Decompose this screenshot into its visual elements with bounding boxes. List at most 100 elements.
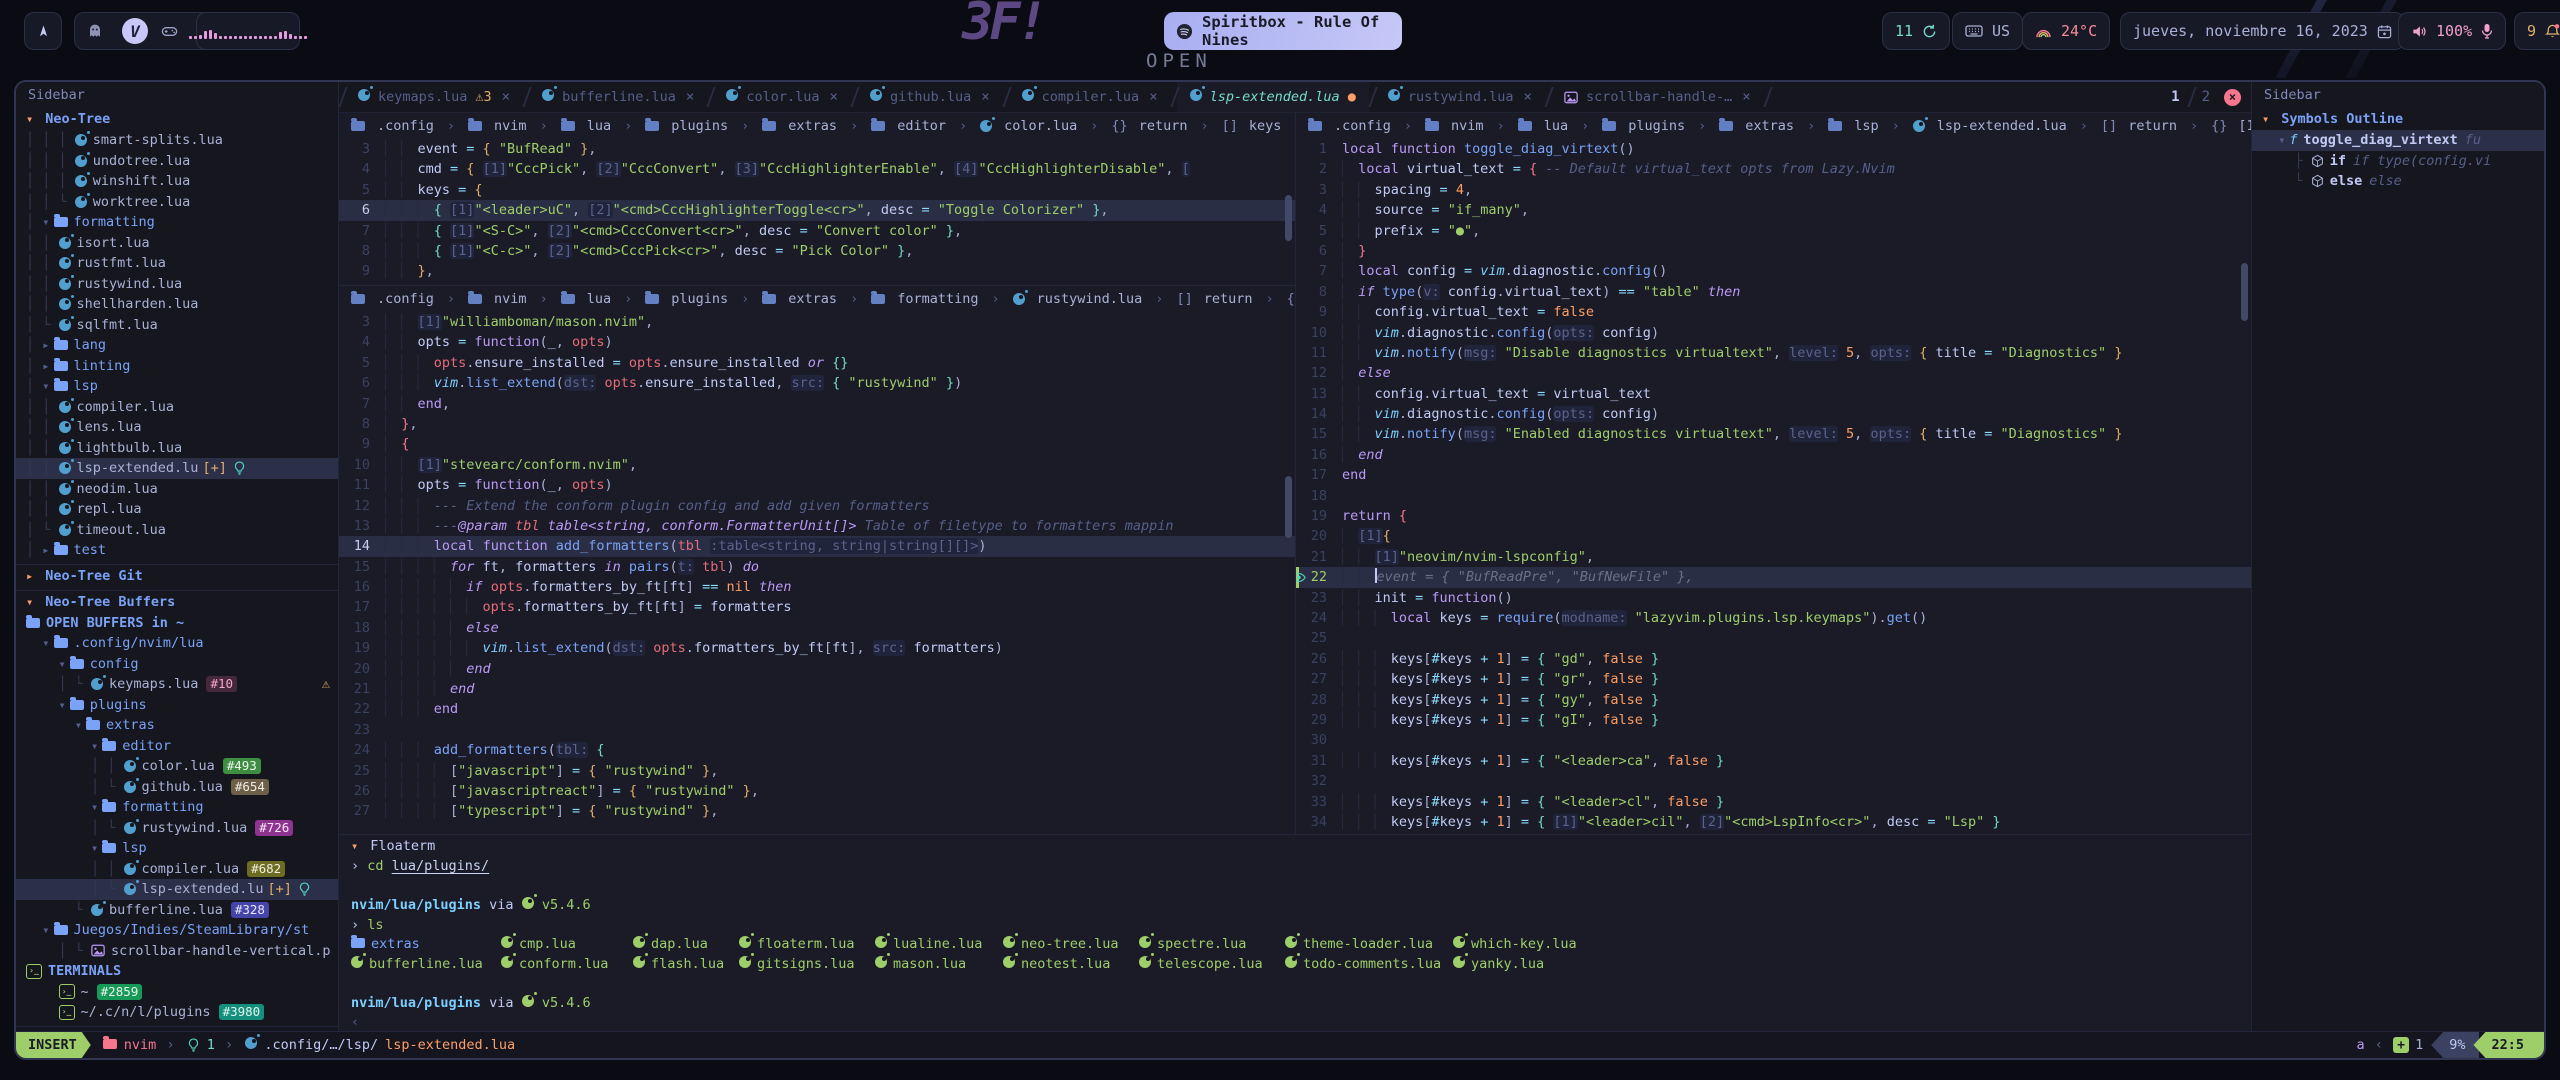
tree-item-lenslua[interactable]: │ │ lens.lua: [16, 417, 338, 438]
code-line[interactable]: 10▏ ▏ [1]"stevearc/conform.nvim",: [339, 455, 1295, 475]
terminal-line[interactable]: nvim/lua/plugins via v5.4.6: [339, 896, 2251, 916]
tab-close-icon[interactable]: ×: [686, 89, 694, 105]
widget-updates[interactable]: 11: [1882, 12, 1950, 50]
code-line[interactable]: 16▏ ▏ ▏ ▏ ▏ if opts.formatters_by_ft[ft]…: [339, 577, 1295, 597]
terminal-line[interactable]: [339, 877, 2251, 897]
tree-item-formatting[interactable]: │ ▾formatting: [16, 212, 338, 233]
tree-item-timeoutlua[interactable]: │ └ timeout.lua: [16, 520, 338, 541]
code-line[interactable]: 23▏ ▏ init = function(): [1296, 588, 2251, 608]
code-line[interactable]: 4▏ ▏ cmd = { [1]"CccPick", [2]"CccConver…: [339, 159, 1295, 179]
tree-item-shellhardenlua[interactable]: │ │ shellharden.lua: [16, 294, 338, 315]
pane-scrollbar-handle[interactable]: [1285, 476, 1292, 538]
tab-compilerlua[interactable]: compiler.lua×: [1009, 82, 1171, 112]
code-line[interactable]: 5▏ ▏ keys = {: [339, 180, 1295, 200]
tree-item-isortlua[interactable]: │ │ isort.lua: [16, 233, 338, 254]
tree-item-OPENBUFFERSin~[interactable]: OPEN BUFFERS in ~: [16, 613, 338, 634]
code-line[interactable]: 7▏ local config = vim.diagnostic.config(…: [1296, 261, 2251, 281]
widget-notifications[interactable]: 9: [2514, 12, 2560, 50]
code-line[interactable]: 14▏ ▏ ▏ local function add_formatters(tb…: [339, 536, 1295, 556]
tree-item-plugins[interactable]: ▾plugins: [16, 695, 338, 716]
code-line[interactable]: 7▏ ▏ end,: [339, 394, 1295, 414]
code-line[interactable]: 22▏ ▏ event = { "BufReadPre", "BufNewFil…: [1296, 567, 2251, 587]
symbol-toggle_diag_virtext[interactable]: ▾ftoggle_diag_virtextfu: [2252, 130, 2544, 151]
code-line[interactable]: 21▏ ▏ ▏ ▏ end: [339, 679, 1295, 699]
tree-item-extras[interactable]: ▾extras: [16, 715, 338, 736]
code-line[interactable]: 32: [1296, 771, 2251, 791]
code-line[interactable]: 8▏ },: [339, 414, 1295, 434]
tab-close-icon[interactable]: ×: [1524, 89, 1532, 105]
code-line[interactable]: 17end: [1296, 465, 2251, 485]
tree-item-lsp-extendedlu[interactable]: │ └ lsp-extended.lu[+]: [16, 879, 338, 900]
tree-item-smart-splitslua[interactable]: │ │ │ smart-splits.lua: [16, 130, 338, 151]
code-line[interactable]: 33▏ ▏ ▏ keys[#keys + 1] = { "<leader>cl"…: [1296, 792, 2251, 812]
section-header-neo-tree-buffers[interactable]: ▾Neo-Tree Buffers: [16, 591, 338, 613]
launcher-button[interactable]: [24, 12, 62, 50]
code-line[interactable]: 2▏ local virtual_text = { -- Default vir…: [1296, 159, 2251, 179]
tree-item-confignvimlua[interactable]: ▾.config/nvim/lua: [16, 633, 338, 654]
tree-item-sqlfmtlua[interactable]: │ └ sqlfmt.lua: [16, 315, 338, 336]
tab-close-icon[interactable]: ×: [1742, 89, 1750, 105]
code-line[interactable]: 25▏ ▏ ▏ ▏ ["javascript"] = { "rustywind"…: [339, 761, 1295, 781]
tree-item-winshiftlua[interactable]: │ │ │ winshift.lua: [16, 171, 338, 192]
code-line[interactable]: 17▏ ▏ ▏ ▏ ▏ ▏ opts.formatters_by_ft[ft] …: [339, 597, 1295, 617]
tab-scrollbar-handle-[interactable]: scrollbar-handle-…×: [1551, 82, 1764, 112]
tree-item-neodimlua[interactable]: │ │ neodim.lua: [16, 479, 338, 500]
code-line[interactable]: 8▏ ▏ ▏ { [1]"<C-c>", [2]"<cmd>CccPick<cr…: [339, 241, 1295, 261]
expander-icon[interactable]: ▸: [42, 338, 49, 352]
code-line[interactable]: 7▏ ▏ ▏ { [1]"<S-C>", [2]"<cmd>CccConvert…: [339, 221, 1295, 241]
code-line[interactable]: 13▏ ▏ ▏ ---@param tbl table<string, conf…: [339, 516, 1295, 536]
expander-icon[interactable]: ▸: [42, 359, 49, 373]
code-line[interactable]: 26▏ ▏ ▏ keys[#keys + 1] = { "gd", false …: [1296, 649, 2251, 669]
code-line[interactable]: 31▏ ▏ ▏ keys[#keys + 1] = { "<leader>ca"…: [1296, 751, 2251, 771]
code-line[interactable]: 8▏ if type(v: config.virtual_text) == "t…: [1296, 282, 2251, 302]
tree-item-repllua[interactable]: │ │ repl.lua: [16, 499, 338, 520]
tree-item-formatting[interactable]: ▾formatting: [16, 797, 338, 818]
code-line[interactable]: 3▏ ▏ spacing = 4,: [1296, 180, 2251, 200]
expander-icon[interactable]: ▾: [59, 698, 66, 712]
code-line[interactable]: 5▏ ▏ prefix = "●",: [1296, 221, 2251, 241]
spotify-now-playing[interactable]: Spiritbox - Rule Of Nines: [1164, 12, 1402, 50]
code-line[interactable]: 6▏ ▏ ▏ vim.list_extend(dst: opts.ensure_…: [339, 373, 1295, 393]
code-line[interactable]: 1local function toggle_diag_virtext(): [1296, 139, 2251, 159]
tree-item-rustfmtlua[interactable]: │ │ rustfmt.lua: [16, 253, 338, 274]
code-line[interactable]: 25: [1296, 628, 2251, 648]
code-line[interactable]: 12▏ else: [1296, 363, 2251, 383]
tab-lsp-extendedlua[interactable]: lsp-extended.lua●: [1177, 82, 1369, 112]
close-all-button[interactable]: ×: [2224, 89, 2241, 106]
code-line[interactable]: 13▏ ▏ config.virtual_text = virtual_text: [1296, 384, 2251, 404]
code-line[interactable]: 34▏ ▏ ▏ keys[#keys + 1] = { [1]"<leader>…: [1296, 812, 2251, 832]
tree-item-lsp[interactable]: │ ▾lsp: [16, 376, 338, 397]
code-line[interactable]: 16▏ end: [1296, 445, 2251, 465]
expander-icon[interactable]: ▾: [91, 841, 98, 855]
tab-colorlua[interactable]: color.lua×: [713, 82, 851, 112]
expander-icon[interactable]: ▾: [59, 657, 66, 671]
terminal-line[interactable]: › cd lua/plugins/: [339, 857, 2251, 877]
code-line[interactable]: 15▏ ▏ vim.notify(msg: "Enabled diagnosti…: [1296, 424, 2251, 444]
code-line[interactable]: 20▏ [1]{: [1296, 526, 2251, 546]
tree-item-rustywindlua[interactable]: │ └ rustywind.lua#726: [16, 818, 338, 839]
code-line[interactable]: 9▏ ▏ },: [339, 261, 1295, 281]
tab-bufferlinelua[interactable]: bufferline.lua×: [529, 82, 707, 112]
code-line[interactable]: 24▏ ▏ ▏ local keys = require(modname: "l…: [1296, 608, 2251, 628]
tree-item-lang[interactable]: │ ▸lang: [16, 335, 338, 356]
tree-item-config[interactable]: ▾config: [16, 654, 338, 675]
code-line[interactable]: 29▏ ▏ ▏ keys[#keys + 1] = { "gI", false …: [1296, 710, 2251, 730]
code-line[interactable]: 9▏ {: [339, 434, 1295, 454]
terminal-line[interactable]: [339, 974, 2251, 994]
tree-item-compilerlua[interactable]: │ │ compiler.lua: [16, 397, 338, 418]
expander-icon[interactable]: ▾: [42, 215, 49, 229]
tree-item-linting[interactable]: │ ▸linting: [16, 356, 338, 377]
tree-item-lsp-extendedlu[interactable]: │ │ lsp-extended.lu[+]: [16, 458, 338, 479]
tree-item-bufferlinelua[interactable]: └ bufferline.lua#328: [16, 900, 338, 921]
code-line[interactable]: 11▏ ▏ vim.notify(msg: "Disable diagnosti…: [1296, 343, 2251, 363]
code-line[interactable]: 4▏ ▏ source = "if_many",: [1296, 200, 2251, 220]
code-line[interactable]: 3▏ ▏ event = { "BufRead" },: [339, 139, 1295, 159]
code-line[interactable]: 22▏ ▏ ▏ end: [339, 699, 1295, 719]
code-line[interactable]: 19▏ ▏ ▏ ▏ ▏ ▏ vim.list_extend(dst: opts.…: [339, 638, 1295, 658]
code-line[interactable]: 18: [1296, 486, 2251, 506]
expander-icon[interactable]: ▾: [91, 800, 98, 814]
widget-weather[interactable]: 24°C: [2022, 12, 2110, 50]
tree-item-worktreelua[interactable]: │ │ └ worktree.lua: [16, 192, 338, 213]
tree-item-~cnlplugins[interactable]: ›_~/.c/n/l/plugins#3980: [16, 1002, 338, 1023]
section-header-neo-tree-git[interactable]: ▸Neo-Tree Git: [16, 565, 338, 587]
